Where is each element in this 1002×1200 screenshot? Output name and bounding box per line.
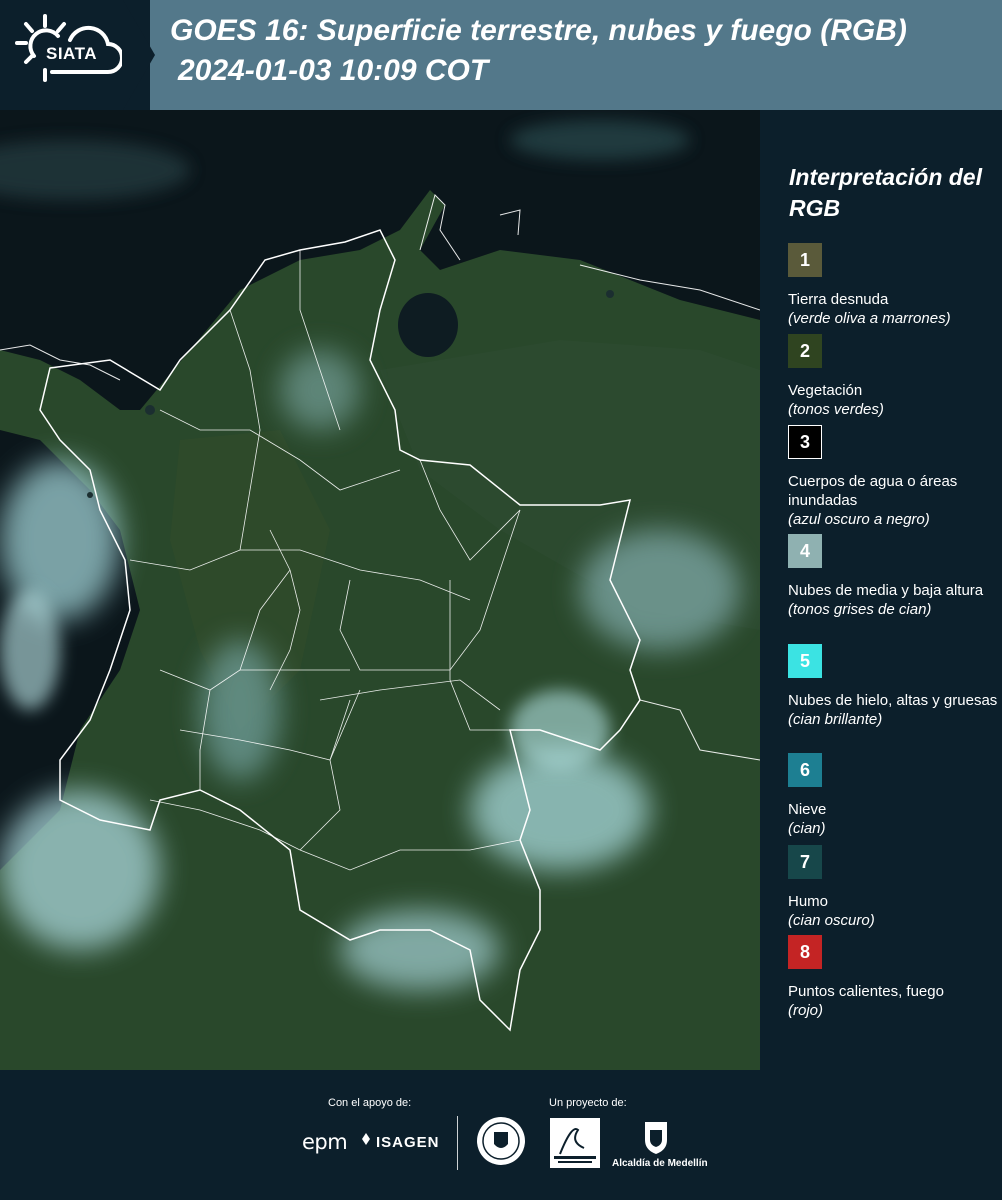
legend-item-low-clouds: 4 Nubes de media y baja altura (tonos gr…	[788, 534, 998, 619]
legend-swatch: 1	[788, 243, 822, 277]
legend-label: Puntos calientes, fuego	[788, 983, 944, 1000]
legend-item-smoke: 7 Humo (cian oscuro)	[788, 845, 998, 930]
legend-label: Nubes de hielo, altas y gruesas	[788, 692, 998, 709]
legend-title: Interpretación del RGB	[789, 164, 982, 221]
legend-swatch: 7	[788, 845, 822, 879]
legend-label: Tierra desnuda	[788, 291, 889, 308]
satellite-image	[0, 110, 760, 1070]
legend-note: (azul oscuro a negro)	[788, 511, 930, 528]
legend-label: Vegetación	[788, 382, 863, 399]
legend-swatch: 3	[788, 425, 822, 459]
legend-swatch: 4	[788, 534, 822, 568]
legend-item-snow: 6 Nieve (cian)	[788, 753, 998, 838]
isagen-mark-icon	[362, 1133, 370, 1145]
university-seal-icon	[477, 1117, 525, 1165]
alcaldia-label: Alcaldía de Medellín	[612, 1158, 708, 1169]
legend-label: Nubes de media y baja altura	[788, 582, 984, 599]
area-metropolitana-logo	[550, 1118, 600, 1168]
legend-swatch: 5	[788, 644, 822, 678]
page-title: GOES 16: Superficie terrestre, nubes y f…	[170, 14, 907, 47]
legend-swatch: 8	[788, 935, 822, 969]
legend-item-bare-soil: 1 Tierra desnuda (verde oliva a marrones…	[788, 243, 998, 328]
legend-swatch: 2	[788, 334, 822, 368]
legend-note: (tonos grises de cian)	[788, 601, 932, 618]
legend-item-fire: 8 Puntos calientes, fuego (rojo)	[788, 935, 998, 1020]
lake	[398, 293, 458, 357]
medellin-shield-icon	[645, 1122, 667, 1154]
header-bar: SIATA GOES 16: Superficie terrestre, nub…	[0, 0, 1002, 110]
siata-logo-text: SIATA	[46, 44, 97, 63]
satellite-map	[0, 110, 760, 1070]
footer: Con el apoyo de: Un proyecto de: epm ISA…	[0, 1070, 1002, 1200]
legend-note: (cian)	[788, 820, 826, 837]
legend-note: (cian oscuro)	[788, 912, 875, 929]
project-label: Un proyecto de:	[549, 1097, 627, 1109]
logo-arrow-decoration	[123, 0, 155, 110]
footer-divider	[457, 1116, 458, 1170]
legend-label: Cuerpos de agua o áreas inundadas	[788, 473, 958, 509]
support-label: Con el apoyo de:	[328, 1097, 412, 1109]
area-logo-icon	[554, 1128, 596, 1163]
legend-label: Nieve	[788, 801, 827, 818]
legend-item-vegetation: 2 Vegetación (tonos verdes)	[788, 334, 998, 419]
legend-note: (cian brillante)	[788, 711, 883, 728]
page-timestamp: 2024-01-03 10:09 COT	[178, 54, 489, 87]
isagen-logo: ISAGEN	[376, 1134, 440, 1151]
legend-label: Humo	[788, 893, 829, 910]
legend-note: (verde oliva a marrones)	[788, 310, 951, 327]
rgb-legend: Interpretación del RGB 1 Tierra desnuda …	[775, 110, 1002, 1070]
legend-item-ice-clouds: 5 Nubes de hielo, altas y gruesas (cian …	[788, 644, 998, 729]
legend-swatch: 6	[788, 753, 822, 787]
legend-note: (rojo)	[788, 1002, 824, 1019]
legend-item-water: 3 Cuerpos de agua o áreas inundadas (azu…	[788, 425, 998, 529]
epm-logo: epm	[302, 1130, 348, 1154]
legend-note: (tonos verdes)	[788, 401, 884, 418]
